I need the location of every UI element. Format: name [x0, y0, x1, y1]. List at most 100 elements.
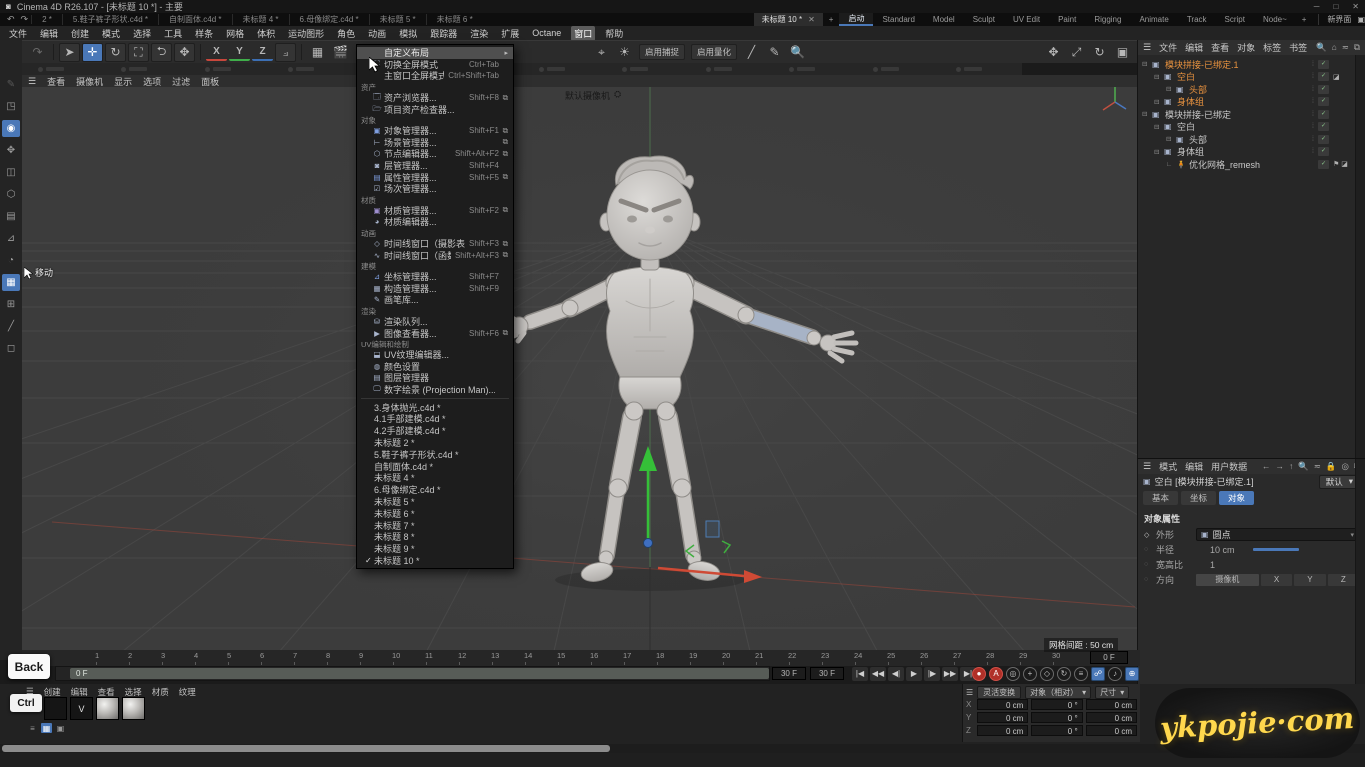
menu-item[interactable]: 帮助: [602, 26, 626, 41]
light-icon[interactable]: ☀: [614, 43, 635, 62]
popout-icon[interactable]: ⧉: [1354, 42, 1360, 53]
size-field[interactable]: 0 cm: [1086, 725, 1137, 736]
menu-item[interactable]: 选择: [130, 26, 154, 41]
anim-dot-icon[interactable]: ◇: [1144, 531, 1152, 539]
window-menu-row[interactable]: ▣ 对象管理器... Shift+F1 ⧉: [357, 125, 513, 137]
object-manager-menu-item[interactable]: 查看: [1211, 41, 1229, 54]
expand-icon[interactable]: ⊟: [1142, 60, 1150, 68]
window-menu-row[interactable]: ⊢ 场景管理器... ⧉: [357, 137, 513, 149]
menu-item[interactable]: 模拟: [396, 26, 420, 41]
material-menu-item[interactable]: 材质: [152, 686, 169, 698]
enable-check-icon[interactable]: ✓: [1318, 85, 1329, 94]
object-name[interactable]: 身体组: [1177, 145, 1204, 158]
scrollbar-thumb[interactable]: [2, 745, 610, 752]
document-tab[interactable]: 未标题 4 *: [232, 14, 289, 25]
expand-icon[interactable]: ⊟: [1142, 110, 1150, 118]
view-zoom-icon[interactable]: ⤢: [1066, 43, 1087, 62]
window-menu-row[interactable]: 5.鞋子裤子形状.c4d *: [357, 448, 513, 460]
window-menu-row[interactable]: ◕ 材质编辑器...: [357, 216, 513, 228]
next-key-icon[interactable]: ▶▶: [942, 667, 958, 681]
window-menu-row[interactable]: 未标题 8 *: [357, 531, 513, 543]
menu-item[interactable]: 窗口: [571, 26, 595, 41]
menu-item[interactable]: 创建: [68, 26, 92, 41]
horizontal-scrollbar[interactable]: [0, 744, 1365, 753]
active-document-tab[interactable]: 未标题 10 * ✕: [754, 13, 823, 26]
window-menu-row[interactable]: ◙ 层管理器... Shift+F4: [357, 160, 513, 172]
render-view-icon[interactable]: ▦: [307, 43, 328, 62]
layout-tab[interactable]: Node~: [1254, 13, 1296, 26]
record-option-icon[interactable]: ♪: [1108, 667, 1122, 681]
window-menu-row[interactable]: 4.2手部建模.c4d *: [357, 425, 513, 437]
object-name[interactable]: 模块拼接-已绑定.1: [1165, 58, 1239, 71]
rotation-field[interactable]: 0 °: [1031, 712, 1082, 723]
window-menu-row[interactable]: ✓ 未标题 10 *: [357, 555, 513, 567]
preset-dropdown[interactable]: 默认 ▾: [1319, 475, 1360, 489]
tree-row[interactable]: ⊟ ▣ 头部 ⁞ ✓: [1138, 133, 1353, 146]
expand-icon[interactable]: ⊟: [1154, 148, 1162, 156]
window-menu-row[interactable]: ◇ 时间线窗口（摄影表）... Shift+F3 ⧉: [357, 238, 513, 250]
object-manager-menu-item[interactable]: 文件: [1159, 41, 1177, 54]
workplane-icon[interactable]: ⌖: [591, 43, 612, 62]
menu-item[interactable]: 编辑: [37, 26, 61, 41]
layout-tab[interactable]: Model: [924, 13, 964, 26]
hamburger-icon[interactable]: ☰: [1143, 42, 1151, 53]
play-icon[interactable]: ▶: [906, 667, 922, 681]
undo-icon[interactable]: ↶: [7, 14, 15, 25]
window-menu-row[interactable]: 未标题 2 *: [357, 437, 513, 449]
popout-icon[interactable]: ⧉: [499, 172, 508, 182]
coordinate-system-icon[interactable]: ⟓: [275, 43, 296, 62]
close-button[interactable]: ✕: [1352, 2, 1359, 11]
lock-icon[interactable]: 🔒: [1326, 461, 1337, 472]
spline-pen-icon[interactable]: ✎: [764, 43, 785, 62]
hamburger-icon[interactable]: ☰: [966, 688, 973, 697]
snap-option-chip[interactable]: [789, 67, 815, 72]
attribute-tab[interactable]: 对象: [1219, 491, 1254, 505]
viewport-menu-item[interactable]: 选项: [143, 75, 161, 88]
enable-check-icon[interactable]: ✓: [1318, 147, 1329, 156]
current-frame-field[interactable]: 0 F: [1090, 651, 1128, 664]
window-menu-row[interactable]: ⬡ 节点编辑器... Shift+Alt+F2 ⧉: [357, 148, 513, 160]
enable-check-icon[interactable]: ✓: [1318, 122, 1329, 131]
visibility-dots-icon[interactable]: ⁞: [1312, 148, 1314, 155]
timeline-scrubber[interactable]: 0 F: [55, 666, 770, 681]
attribute-tab[interactable]: 坐标: [1181, 491, 1216, 505]
layout-tab[interactable]: 启动: [839, 13, 873, 26]
scale-tool-icon[interactable]: ⛶: [128, 43, 149, 62]
menu-item[interactable]: 文件: [6, 26, 30, 41]
tool-rail-icon[interactable]: ⊞: [2, 296, 20, 313]
live-selection-icon[interactable]: ➤: [59, 43, 80, 62]
object-manager-menu-item[interactable]: 书签: [1289, 41, 1307, 54]
end-frame-field[interactable]: 30 F: [772, 667, 806, 680]
size-dropdown[interactable]: 尺寸 ▾: [1095, 686, 1129, 699]
window-menu-row[interactable]: 未标题 4 *: [357, 472, 513, 484]
attributes-menu-item[interactable]: 模式: [1159, 460, 1177, 473]
popout-icon[interactable]: ⧉: [499, 126, 508, 136]
window-menu-row[interactable]: 4.1手部建模.c4d *: [357, 413, 513, 425]
window-menu-row[interactable]: ⬓ UV纹理编辑器...: [357, 349, 513, 361]
object-manager-menu-item[interactable]: 编辑: [1185, 41, 1203, 54]
record-option-icon[interactable]: ≡: [1074, 667, 1088, 681]
document-tab[interactable]: 6.母像绑定.c4d *: [289, 14, 369, 25]
tool-rail-icon[interactable]: ▤: [2, 208, 20, 225]
enable-check-icon[interactable]: ✓: [1318, 72, 1329, 81]
tool-rail-icon[interactable]: ◫: [2, 164, 20, 181]
expand-icon[interactable]: ⊟: [1166, 85, 1174, 93]
window-menu-row[interactable]: 🗔 资产浏览器... Shift+F8 ⧉: [357, 92, 513, 104]
orientation-button[interactable]: Y: [1294, 574, 1325, 586]
position-field[interactable]: 0 cm: [977, 725, 1028, 736]
tag-icons[interactable]: ⚑ ◪: [1333, 160, 1353, 168]
space-dropdown[interactable]: 对象（相对） ▾: [1025, 686, 1091, 699]
viewport-menu-item[interactable]: 显示: [114, 75, 132, 88]
window-menu-row[interactable]: ◍ 颜色设置: [357, 360, 513, 372]
maximize-button[interactable]: □: [1333, 2, 1338, 11]
layout-tab[interactable]: Track: [1178, 13, 1216, 26]
object-manager-menu-item[interactable]: 对象: [1237, 41, 1255, 54]
menu-item[interactable]: 跟踪器: [427, 26, 460, 41]
snap-option-chip[interactable]: [539, 67, 565, 72]
tree-row[interactable]: ∟ 🧍 优化网格_remesh ✓ ⚑ ◪: [1138, 158, 1353, 171]
record-option-icon[interactable]: ◎: [1006, 667, 1020, 681]
window-menu-row[interactable]: 未标题 9 *: [357, 543, 513, 555]
camera-gear-icon[interactable]: ⛭: [614, 89, 621, 102]
expand-icon[interactable]: ⊟: [1166, 135, 1174, 143]
visibility-dots-icon[interactable]: ⁞: [1312, 111, 1314, 118]
